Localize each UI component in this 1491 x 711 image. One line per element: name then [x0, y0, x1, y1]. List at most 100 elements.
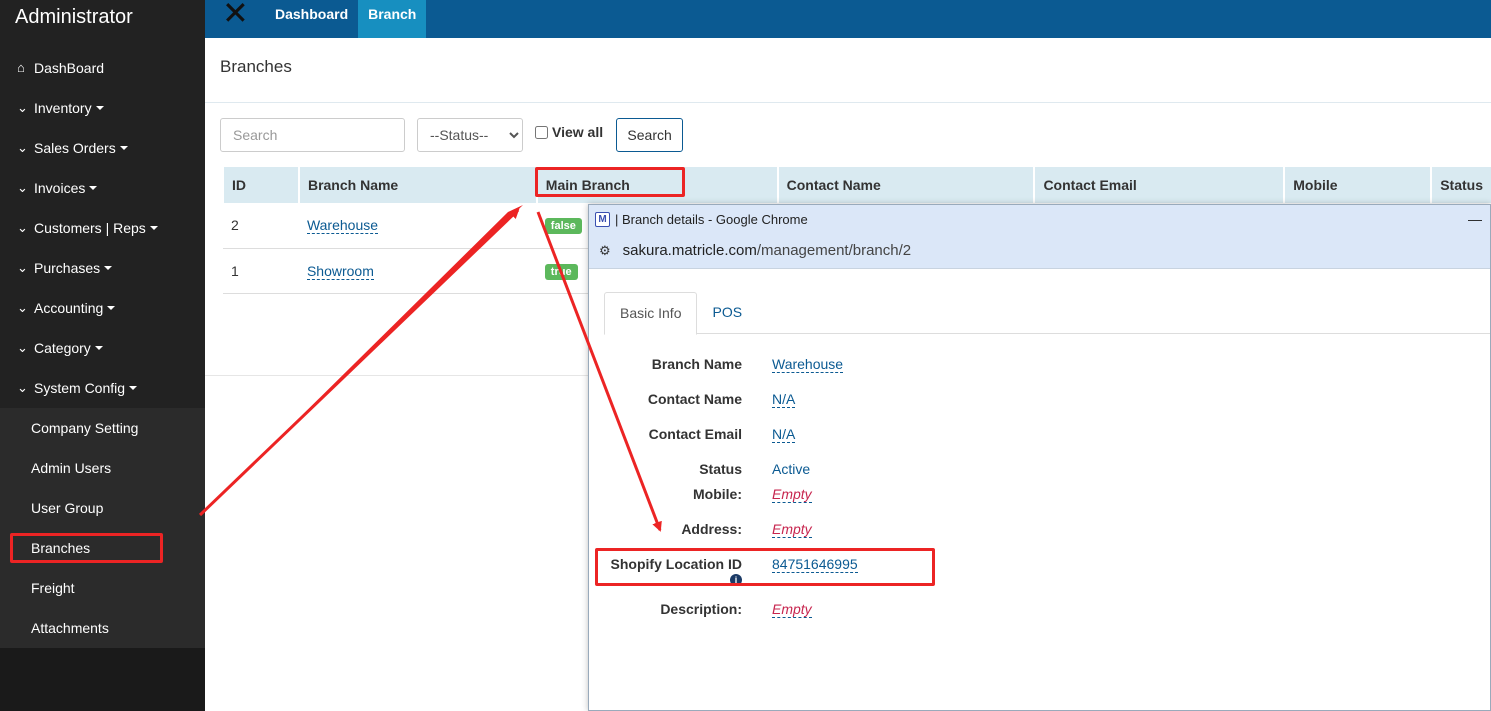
- detail-label: Address:: [681, 521, 742, 537]
- system-config-submenu: Company Setting Admin Users User Group B…: [0, 408, 205, 648]
- sidebar-item-user-group[interactable]: User Group: [0, 488, 205, 528]
- search-input[interactable]: [220, 118, 405, 152]
- contact-name-value[interactable]: N/A: [772, 391, 796, 408]
- filter-bar: --Status-- View all Search: [220, 118, 684, 152]
- address-bar[interactable]: ⚙ sakura.matricle.com/management/branch/…: [589, 233, 1490, 269]
- tab-pos[interactable]: POS: [697, 292, 757, 334]
- window-title: | Branch details - Google Chrome: [615, 211, 808, 227]
- chevron-down-icon: ⌄: [17, 220, 28, 235]
- cell-id: 2: [223, 203, 299, 249]
- column-header-mobile[interactable]: Mobile: [1283, 167, 1432, 203]
- caret-down-icon: [94, 346, 103, 350]
- sidebar-item-attachments[interactable]: Attachments: [0, 608, 205, 648]
- cell-id: 1: [223, 248, 299, 294]
- minimize-button[interactable]: —: [1468, 211, 1482, 227]
- main-content: Branches --Status-- View all Search ID B…: [205, 38, 1491, 294]
- main-branch-badge: true: [544, 263, 578, 280]
- branch-details-window: M | Branch details - Google Chrome — ⚙ s…: [588, 204, 1491, 711]
- close-icon[interactable]: ✕: [222, 0, 249, 29]
- sidebar-item-label: Attachments: [31, 620, 109, 636]
- main-branch-badge: false: [544, 218, 582, 235]
- column-header-contact-email[interactable]: Contact Email: [1033, 167, 1285, 203]
- address-value[interactable]: Empty: [772, 521, 812, 538]
- panel-divider: [205, 375, 588, 376]
- highlight-shopify-location-box: [595, 548, 935, 586]
- detail-label: Description:: [660, 601, 742, 617]
- view-all-checkbox[interactable]: [535, 125, 548, 139]
- sidebar-item-label: Purchases: [34, 260, 101, 276]
- contact-email-value[interactable]: N/A: [772, 426, 796, 443]
- top-nav-tabs: Dashboard Branch: [265, 0, 427, 38]
- search-button[interactable]: Search: [616, 118, 684, 152]
- sidebar-item-label: Inventory: [34, 100, 92, 116]
- app-logo-icon: M: [595, 211, 610, 227]
- branch-name-link[interactable]: Showroom: [306, 262, 374, 280]
- column-header-id[interactable]: ID: [222, 167, 299, 203]
- sidebar-item-inventory[interactable]: ⌄ Inventory: [0, 88, 205, 128]
- sidebar-item-label: System Config: [34, 380, 126, 396]
- brand-title: Administrator: [15, 6, 133, 28]
- cell-branch-name: Warehouse: [298, 203, 537, 249]
- tab-basic-info[interactable]: Basic Info: [604, 292, 698, 335]
- sidebar-item-sales-orders[interactable]: ⌄ Sales Orders: [0, 128, 205, 168]
- branch-details-content: Basic Info POS Branch Name Warehouse Con…: [589, 270, 1490, 710]
- detail-label: Contact Name: [647, 391, 742, 407]
- caret-down-icon: [104, 266, 113, 270]
- sidebar-item-label: Invoices: [34, 180, 86, 196]
- caret-down-icon: [119, 146, 128, 150]
- detail-label: Branch Name: [651, 356, 742, 372]
- site-settings-icon[interactable]: ⚙: [599, 243, 611, 259]
- sidebar: Administrator ⌂ DashBoard ⌄ Inventory ⌄ …: [0, 0, 205, 711]
- status-value: Active: [772, 461, 811, 477]
- sidebar-item-system-config[interactable]: ⌄ System Config: [0, 368, 205, 408]
- status-select[interactable]: --Status--: [417, 118, 523, 152]
- tab-dashboard[interactable]: Dashboard: [265, 0, 358, 38]
- sidebar-item-customers-reps[interactable]: ⌄ Customers | Reps: [0, 208, 205, 248]
- highlight-branches-box: [10, 533, 163, 563]
- sidebar-item-label: Customers | Reps: [34, 220, 146, 236]
- sidebar-item-company-setting[interactable]: Company Setting: [0, 408, 205, 448]
- cell-branch-name: Showroom: [298, 248, 537, 294]
- sidebar-item-dashboard[interactable]: ⌂ DashBoard: [0, 48, 205, 88]
- url-host: sakura.matricle.com: [622, 242, 757, 259]
- tab-branch[interactable]: Branch: [358, 0, 427, 38]
- window-titlebar[interactable]: M | Branch details - Google Chrome —: [589, 205, 1490, 233]
- description-value[interactable]: Empty: [772, 601, 812, 618]
- sidebar-item-freight[interactable]: Freight: [0, 568, 205, 608]
- sidebar-item-purchases[interactable]: ⌄ Purchases: [0, 248, 205, 288]
- page-title: Branches: [205, 38, 1491, 103]
- sidebar-item-label: Category: [34, 340, 91, 356]
- url-path: /management/branch/2: [756, 242, 912, 259]
- sidebar-item-label: Freight: [31, 580, 75, 596]
- view-all-label: View all: [552, 124, 604, 140]
- chevron-down-icon: ⌄: [17, 180, 28, 195]
- sidebar-item-label: DashBoard: [34, 60, 105, 76]
- chevron-down-icon: ⌄: [17, 300, 28, 315]
- branch-name-value[interactable]: Warehouse: [772, 356, 844, 373]
- column-header-branch-name[interactable]: Branch Name: [297, 167, 537, 203]
- caret-down-icon: [95, 106, 104, 110]
- caret-down-icon: [149, 226, 158, 230]
- sidebar-item-admin-users[interactable]: Admin Users: [0, 448, 205, 488]
- sidebar-item-category[interactable]: ⌄ Category: [0, 328, 205, 368]
- sidebar-item-accounting[interactable]: ⌄ Accounting: [0, 288, 205, 328]
- sidebar-item-invoices[interactable]: ⌄ Invoices: [0, 168, 205, 208]
- sidebar-item-label: Sales Orders: [34, 140, 116, 156]
- top-navbar: ✕ Dashboard Branch: [205, 0, 1491, 38]
- sidebar-item-label: Admin Users: [31, 460, 112, 476]
- detail-label: Status: [699, 461, 742, 477]
- detail-label: Mobile:: [693, 486, 742, 502]
- branch-name-link[interactable]: Warehouse: [306, 217, 379, 235]
- column-header-status[interactable]: Status: [1430, 167, 1491, 203]
- highlight-main-branch-box: [535, 167, 685, 197]
- view-all-checkbox-label[interactable]: View all: [535, 124, 603, 140]
- column-header-contact-name[interactable]: Contact Name: [776, 167, 1035, 203]
- sidebar-item-label: Accounting: [34, 300, 104, 316]
- mobile-value[interactable]: Empty: [772, 486, 812, 503]
- caret-down-icon: [129, 386, 138, 390]
- sidebar-item-label: Company Setting: [31, 420, 139, 436]
- caret-down-icon: [107, 306, 116, 310]
- chevron-down-icon: ⌄: [17, 100, 28, 115]
- sidebar-footer: [0, 648, 205, 711]
- caret-down-icon: [89, 186, 98, 190]
